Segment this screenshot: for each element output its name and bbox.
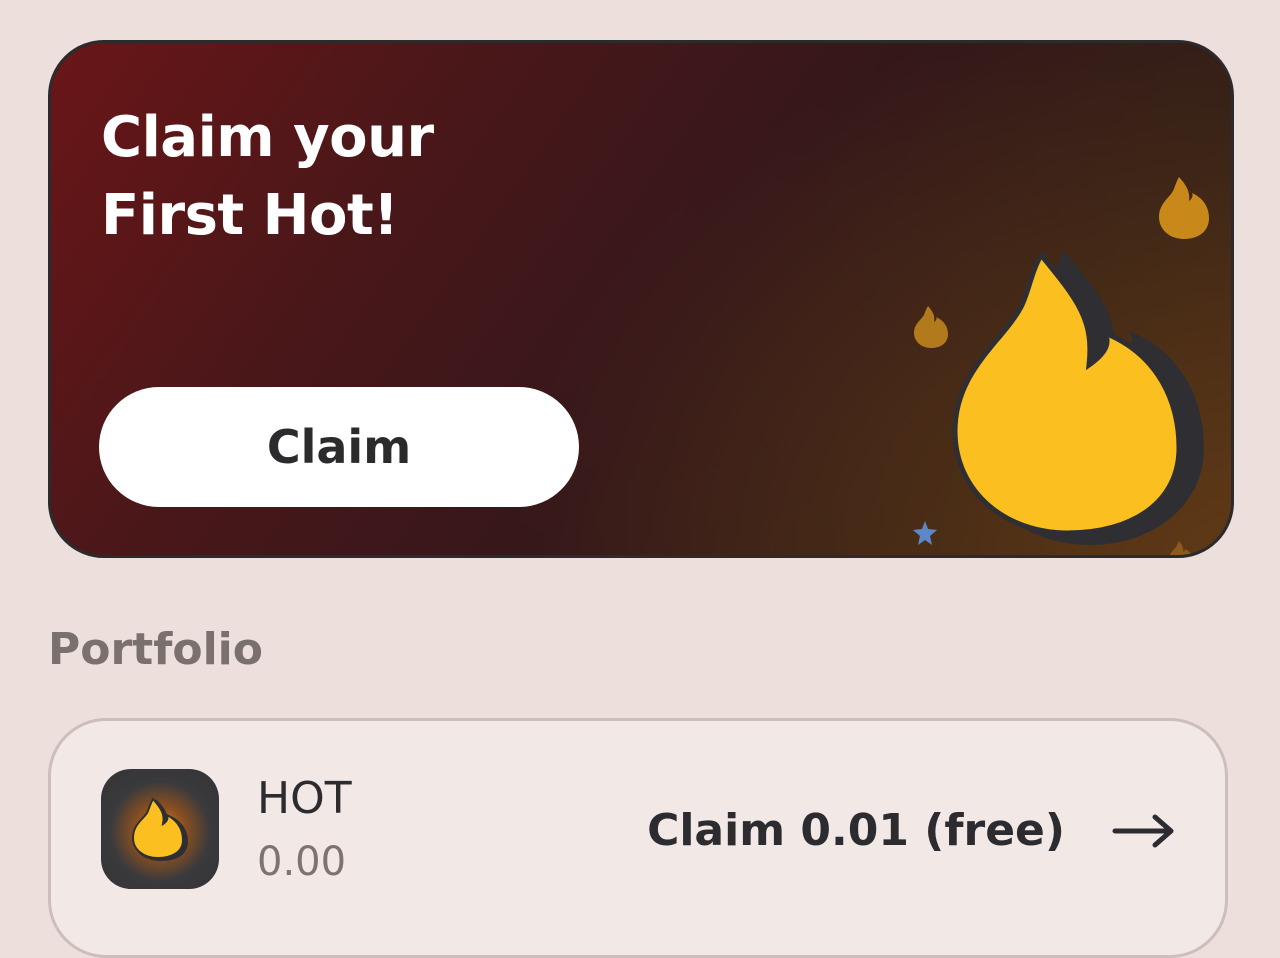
small-flame-icon — [1169, 541, 1192, 555]
banner-title-line1: Claim your — [101, 105, 434, 170]
flame-icon — [131, 797, 188, 861]
arrow-right-icon[interactable] — [1111, 813, 1177, 849]
banner-title: Claim your First Hot! — [101, 99, 501, 255]
token-row-hot[interactable]: HOT 0.00 Claim 0.01 (free) — [51, 721, 1225, 906]
hot-token-icon — [101, 769, 219, 889]
token-symbol: HOT — [257, 773, 352, 824]
claim-free-link[interactable]: Claim 0.01 (free) — [647, 803, 1065, 859]
banner-title-line2: First Hot! — [101, 183, 399, 248]
small-flame-icon — [1159, 177, 1209, 239]
portfolio-title: Portfolio — [48, 624, 263, 675]
big-flame-icon — [952, 250, 1204, 545]
small-flame-icon — [914, 306, 948, 348]
star-icon — [913, 521, 937, 545]
flame-illustration — [811, 143, 1231, 555]
token-balance: 0.00 — [257, 839, 347, 885]
claim-button[interactable]: Claim — [99, 387, 579, 507]
claim-promo-banner: Claim your First Hot! Claim — [48, 40, 1234, 558]
portfolio-card: HOT 0.00 Claim 0.01 (free) — [48, 718, 1228, 958]
